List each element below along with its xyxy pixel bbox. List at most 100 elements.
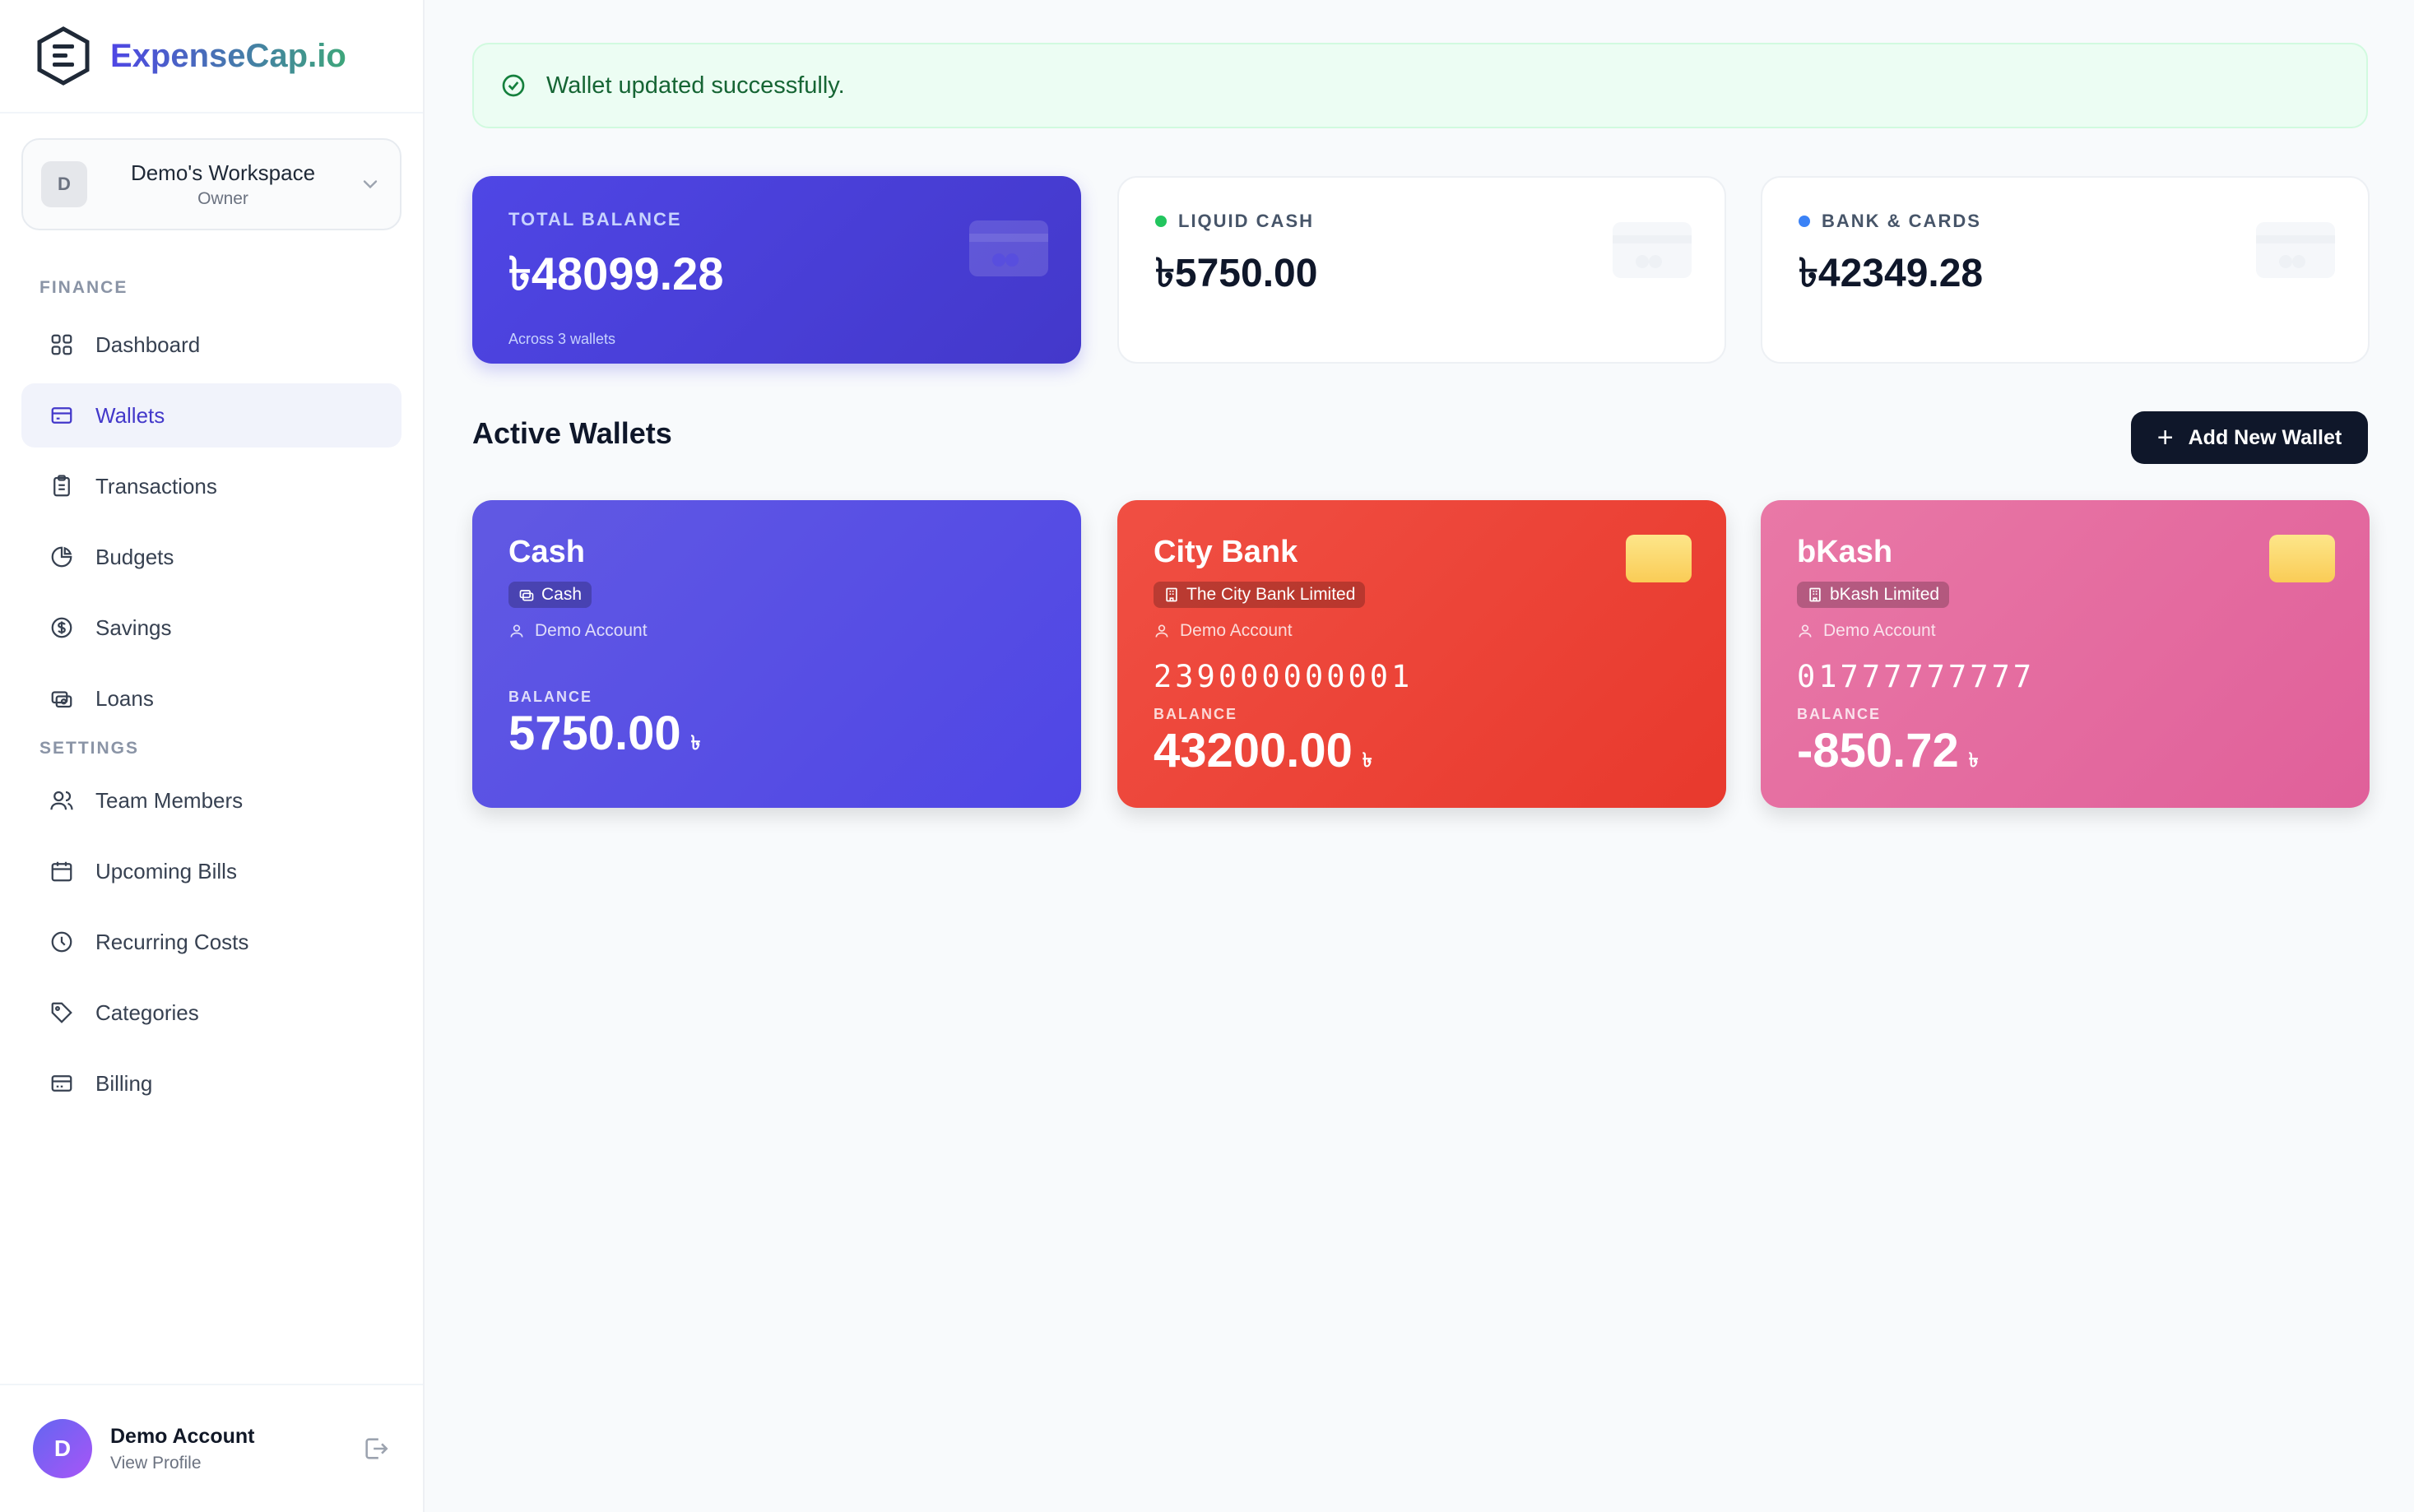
currency-symbol: ৳ (690, 732, 701, 754)
workspace-role: Owner (197, 188, 248, 208)
add-wallet-label: Add New Wallet (2188, 425, 2342, 449)
brand[interactable]: ExpenseCap.io (0, 0, 423, 114)
sidebar-item-label: Savings (95, 615, 172, 640)
user-icon (1155, 624, 1168, 638)
wallet-balance-block: BALANCE 43200.00 ৳ (1154, 706, 1690, 778)
sidebar-item-categories[interactable]: Categories (21, 981, 402, 1045)
building-icon (1166, 587, 1177, 602)
settings-section-label: SETTINGS (39, 739, 140, 758)
building-icon (1809, 587, 1821, 602)
bank-cards-card: BANK & CARDS ৳42349.28 (1761, 176, 2370, 364)
balance-amount: 5750.00 (508, 707, 681, 760)
total-balance-sub: Across 3 wallets (508, 331, 616, 347)
card-chip-icon (2269, 535, 2335, 582)
sidebar-item-dashboard[interactable]: Dashboard (21, 313, 402, 377)
status-dot (1155, 216, 1167, 227)
balance-label: BALANCE (1797, 706, 1881, 722)
cash-icon (48, 684, 76, 712)
sidebar-item-label: Wallets (95, 402, 165, 428)
workspace-name: Demo's Workspace (130, 160, 316, 185)
wallet-provider-label: bKash Limited (1830, 585, 1940, 604)
check-circle-icon (502, 74, 525, 97)
sidebar-item-transactions[interactable]: Transactions (21, 454, 402, 518)
sidebar-item-billing[interactable]: Billing (21, 1051, 402, 1115)
sidebar-item-label: Dashboard (95, 332, 201, 357)
dollar-icon (48, 614, 76, 642)
profile-text: Demo Account View Profile (110, 1425, 362, 1473)
sidebar-item-label: Transactions (95, 473, 217, 499)
wallet-owner: Demo Account (508, 621, 1045, 641)
sidebar-item-wallets[interactable]: Wallets (21, 383, 402, 448)
plus-icon: + (2156, 422, 2174, 453)
finance-section-label: FINANCE (39, 278, 128, 297)
sidebar-item-savings[interactable]: Savings (21, 596, 402, 660)
total-balance-card: TOTAL BALANCE ৳48099.28 Across 3 wallets (472, 176, 1081, 364)
credit-card-icon (2256, 222, 2335, 278)
wallet-balance-block: BALANCE -850.72 ৳ (1797, 706, 2333, 778)
total-balance-label: TOTAL BALANCE (508, 209, 682, 230)
sidebar-item-budgets[interactable]: Budgets (21, 525, 402, 589)
liquid-cash-label: LIQUID CASH (1155, 211, 1688, 232)
workspace-switcher[interactable]: D Demo's Workspace Owner (21, 138, 402, 230)
clipboard-icon (48, 472, 76, 500)
status-dot (1799, 216, 1810, 227)
sidebar-item-recurring-costs[interactable]: Recurring Costs (21, 910, 402, 974)
balance-amount: -850.72 (1797, 724, 1959, 777)
user-icon (510, 624, 523, 638)
wallet-balance: -850.72 ৳ (1797, 723, 2333, 778)
chevron-down-icon (363, 180, 378, 189)
wallet-owner: Demo Account (1154, 621, 1690, 641)
cash-icon (519, 590, 534, 601)
wallet-card-city-bank[interactable]: City Bank The City Bank Limited Demo Acc… (1117, 500, 1726, 808)
logo-icon (37, 26, 90, 86)
success-alert: Wallet updated successfully. (472, 43, 2368, 128)
balance-label: BALANCE (508, 689, 592, 705)
wallet-owner: Demo Account (1797, 621, 2333, 641)
sidebar-item-label: Upcoming Bills (95, 858, 237, 884)
wallet-owner-name: Demo Account (1180, 621, 1293, 640)
sidebar-item-team-members[interactable]: Team Members (21, 768, 402, 833)
alert-message: Wallet updated successfully. (546, 72, 845, 99)
wallet-provider-badge: bKash Limited (1797, 582, 1950, 608)
bank-cards-label: BANK & CARDS (1799, 211, 2332, 232)
credit-card-icon (1613, 222, 1692, 278)
balance-label: BALANCE (1154, 706, 1237, 722)
sidebar-item-label: Team Members (95, 787, 244, 813)
wallet-balance-block: BALANCE 5750.00 ৳ (508, 689, 1045, 761)
wallet-card-bkash[interactable]: bKash bKash Limited Demo Account 0177777… (1761, 500, 2370, 808)
profile-name: Demo Account (110, 1424, 255, 1448)
workspace-avatar: D (41, 161, 87, 207)
wallet-type-badge: Cash (508, 582, 592, 608)
sidebar-item-upcoming-bills[interactable]: Upcoming Bills (21, 839, 402, 903)
total-balance-value: ৳48099.28 (508, 248, 724, 299)
account-number: 239000000001 (1154, 659, 1414, 694)
credit-card-icon (969, 220, 1048, 276)
clock-icon (48, 928, 76, 956)
brand-name: ExpenseCap.io (110, 37, 346, 74)
workspace-text: Demo's Workspace Owner (87, 160, 359, 209)
wallet-provider-badge: The City Bank Limited (1154, 582, 1366, 608)
account-number: 01777777777 (1797, 659, 2036, 694)
view-profile-link[interactable]: View Profile (110, 1454, 362, 1473)
liquid-cash-card: LIQUID CASH ৳5750.00 (1117, 176, 1726, 364)
wallet-name: Cash (508, 535, 585, 569)
wallet-owner-name: Demo Account (535, 621, 648, 640)
wallet-provider-label: The City Bank Limited (1186, 585, 1356, 604)
wallet-card-cash[interactable]: Cash Cash Demo Account BALANCE 5750.00 ৳ (472, 500, 1081, 808)
pie-chart-icon (48, 543, 76, 571)
sidebar-item-loans[interactable]: Loans (21, 666, 402, 730)
card-icon (48, 1069, 76, 1097)
wallet-balance: 5750.00 ৳ (508, 706, 1045, 761)
wallet-name: bKash (1797, 535, 1893, 569)
wallet-icon (48, 401, 76, 429)
sidebar-item-label: Categories (95, 999, 199, 1025)
avatar: D (33, 1419, 92, 1478)
logout-icon[interactable] (362, 1435, 390, 1463)
balance-amount: 43200.00 (1154, 724, 1353, 777)
user-profile[interactable]: D Demo Account View Profile (0, 1384, 423, 1512)
calendar-icon (48, 857, 76, 885)
bank-cards-label-text: BANK & CARDS (1822, 211, 1981, 231)
add-wallet-button[interactable]: + Add New Wallet (2131, 411, 2368, 464)
users-icon (48, 786, 76, 814)
sidebar-item-label: Loans (95, 685, 154, 711)
